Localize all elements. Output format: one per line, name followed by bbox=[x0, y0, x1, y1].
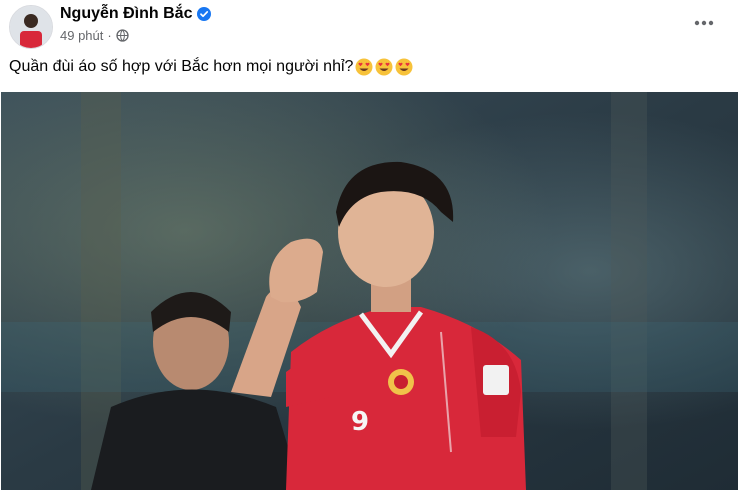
more-options-button[interactable] bbox=[690, 10, 718, 34]
star-struck-emoji bbox=[395, 58, 413, 76]
post-meta: 49 phút · bbox=[60, 28, 129, 43]
star-struck-emoji bbox=[375, 58, 393, 76]
post-caption: Quần đùi áo số hợp với Bắc hơn mọi người… bbox=[9, 58, 413, 76]
globe-icon[interactable] bbox=[116, 29, 129, 42]
caption-text: Quần đùi áo số hợp với Bắc hơn mọi người… bbox=[9, 58, 354, 75]
avatar[interactable] bbox=[9, 5, 53, 49]
jersey-number: 9 bbox=[351, 407, 369, 437]
meta-separator: · bbox=[107, 28, 112, 43]
star-struck-emoji bbox=[355, 58, 373, 76]
post-time[interactable]: 49 phút bbox=[60, 28, 103, 43]
post-header: Nguyễn Đình Bắc 49 phút · bbox=[0, 0, 740, 56]
more-options-icon bbox=[694, 13, 714, 31]
author-name[interactable]: Nguyễn Đình Bắc bbox=[60, 5, 212, 23]
post-photo[interactable]: 9 bbox=[1, 92, 738, 490]
author-name-text[interactable]: Nguyễn Đình Bắc bbox=[60, 5, 192, 23]
verified-badge-icon bbox=[197, 7, 212, 21]
